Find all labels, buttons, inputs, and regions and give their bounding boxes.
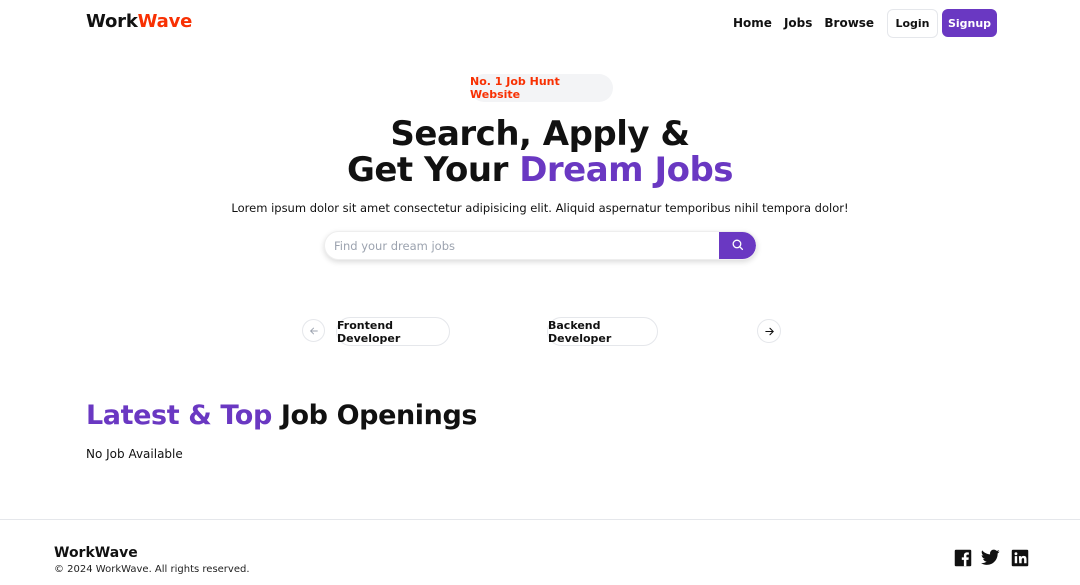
category-chip[interactable]: Frontend Developer xyxy=(336,317,450,346)
signup-button[interactable]: Signup xyxy=(942,9,997,37)
login-button[interactable]: Login xyxy=(887,9,938,38)
category-chip[interactable]: Backend Developer xyxy=(547,317,658,346)
linkedin-link[interactable] xyxy=(1010,549,1029,571)
navbar: WorkWave Home Jobs Browse Login Signup xyxy=(0,0,1080,46)
hero-badge: No. 1 Job Hunt Website xyxy=(470,74,613,102)
hero-title: Search, Apply & Get Your Dream Jobs xyxy=(0,116,1080,188)
logo[interactable]: WorkWave xyxy=(86,11,192,32)
hero-title-line-2-prefix: Get Your xyxy=(346,150,520,190)
no-jobs-message: No Job Available xyxy=(86,447,183,461)
footer-brand: WorkWave xyxy=(54,545,138,561)
carousel-prev-button[interactable] xyxy=(302,319,325,342)
footer-copyright: © 2024 WorkWave. All rights reserved. xyxy=(54,564,250,575)
latest-jobs-title-rest: Job Openings xyxy=(271,400,478,431)
facebook-link[interactable] xyxy=(953,549,972,571)
search-icon xyxy=(731,236,744,255)
footer-divider xyxy=(0,519,1080,520)
twitter-icon xyxy=(980,549,1000,570)
linkedin-icon xyxy=(1011,549,1029,571)
latest-jobs-title-accent: Latest & Top xyxy=(86,400,272,431)
nav-link-home[interactable]: Home xyxy=(733,16,772,30)
latest-jobs-title: Latest & Top Job Openings xyxy=(86,400,477,431)
search-button[interactable] xyxy=(719,232,756,259)
logo-part-1: Work xyxy=(86,11,138,32)
hero-title-line-1: Search, Apply & xyxy=(390,114,690,154)
facebook-icon xyxy=(954,549,972,571)
arrow-right-icon xyxy=(764,322,775,341)
search-input[interactable] xyxy=(325,232,721,259)
nav-links: Home Jobs Browse xyxy=(733,16,886,30)
arrow-left-icon xyxy=(309,321,319,340)
carousel-next-button[interactable] xyxy=(757,319,781,343)
nav-link-jobs[interactable]: Jobs xyxy=(784,16,812,30)
nav-link-browse[interactable]: Browse xyxy=(824,16,874,30)
hero-subtitle: Lorem ipsum dolor sit amet consectetur a… xyxy=(231,201,849,215)
hero-title-line-2-accent: Dream Jobs xyxy=(519,150,734,190)
twitter-link[interactable] xyxy=(980,549,1000,570)
search-bar xyxy=(324,231,757,260)
logo-part-2: Wave xyxy=(137,11,193,32)
